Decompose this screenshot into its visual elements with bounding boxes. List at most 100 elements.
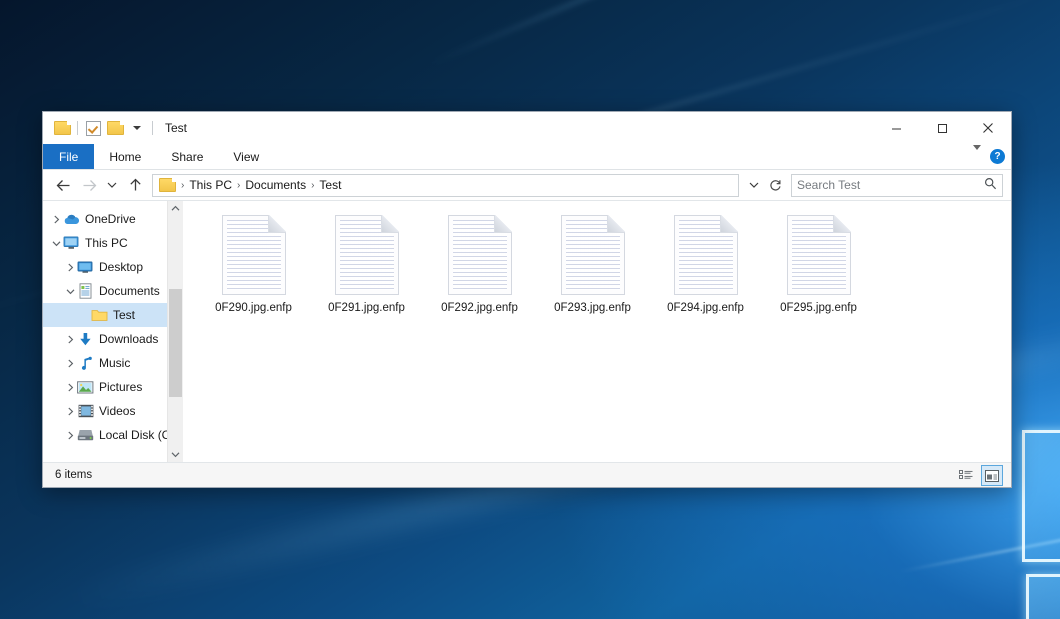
scrollbar-thumb[interactable] (169, 289, 182, 397)
refresh-icon[interactable] (765, 179, 785, 192)
generic-document-icon (787, 215, 851, 295)
file-name-label: 0F291.jpg.enfp (328, 302, 405, 314)
generic-document-icon (335, 215, 399, 295)
generic-document-icon (561, 215, 625, 295)
search-input[interactable]: Search Test (797, 178, 984, 192)
recent-locations-icon[interactable] (103, 173, 121, 197)
navigation-tree: OneDrive This PC Desktop Documents Test Downl… (43, 207, 183, 447)
help-icon[interactable]: ? (990, 149, 1005, 164)
chevron-right-icon[interactable] (63, 399, 77, 423)
search-icon[interactable] (984, 177, 997, 193)
address-breadcrumb-bar[interactable]: › This PC › Documents › Test (152, 174, 739, 197)
chevron-right-icon[interactable] (63, 255, 77, 279)
breadcrumb-separator-2[interactable]: › (309, 180, 316, 191)
scroll-up-icon[interactable] (168, 201, 183, 216)
file-item[interactable]: 0F295.jpg.enfp (762, 215, 875, 314)
navigation-scrollbar[interactable] (167, 201, 183, 462)
customize-quick-access-dropdown-icon[interactable] (126, 117, 148, 139)
breadcrumb-this-pc[interactable]: This PC (186, 178, 235, 192)
explorer-body: OneDrive This PC Desktop Documents Test Downl… (43, 200, 1011, 462)
sidebar-item-label: Music (99, 356, 130, 370)
file-item[interactable]: 0F290.jpg.enfp (197, 215, 310, 314)
sidebar-item-label: Videos (99, 404, 135, 418)
pictures-icon (77, 379, 94, 395)
breadcrumb-documents[interactable]: Documents (242, 178, 309, 192)
chevron-right-icon[interactable] (63, 327, 77, 351)
chevron-right-icon[interactable] (63, 351, 77, 375)
qat-divider-1 (77, 121, 78, 135)
new-folder-icon[interactable] (104, 117, 126, 139)
up-one-level-button[interactable] (123, 173, 147, 197)
file-name-label: 0F292.jpg.enfp (441, 302, 518, 314)
sidebar-item-label: Pictures (99, 380, 142, 394)
tab-view[interactable]: View (218, 144, 274, 169)
desktop-background: Test File Home Share View ? (0, 0, 1060, 619)
properties-checkbox-icon[interactable] (82, 117, 104, 139)
chevron-right-icon[interactable] (49, 207, 63, 231)
close-button[interactable] (965, 112, 1011, 144)
address-bar-row: › This PC › Documents › Test Search Test (43, 170, 1011, 200)
folder-icon[interactable] (51, 117, 73, 139)
file-item[interactable]: 0F291.jpg.enfp (310, 215, 423, 314)
sidebar-item-music[interactable]: Music (43, 351, 183, 375)
back-button[interactable] (51, 173, 75, 197)
sidebar-item-local-disk-c[interactable]: Local Disk (C:) (43, 423, 183, 447)
file-name-label: 0F295.jpg.enfp (780, 302, 857, 314)
details-view-button[interactable] (955, 465, 977, 486)
file-list-area[interactable]: 0F290.jpg.enfp 0F291.jpg.enfp 0F292.jpg.en… (183, 201, 1011, 462)
documents-icon (77, 283, 94, 299)
chevron-down-icon[interactable] (973, 150, 981, 164)
search-box[interactable]: Search Test (791, 174, 1003, 197)
scroll-down-icon[interactable] (168, 447, 183, 462)
item-count-label: 6 items (49, 469, 92, 481)
sidebar-item-onedrive[interactable]: OneDrive (43, 207, 183, 231)
windows-logo-panes (1010, 420, 1060, 619)
tab-share[interactable]: Share (156, 144, 218, 169)
sidebar-item-videos[interactable]: Videos (43, 399, 183, 423)
sidebar-item-label: Desktop (99, 260, 143, 274)
sidebar-item-label: Test (113, 308, 135, 322)
quick-access-toolbar (43, 117, 157, 139)
large-icons-view-button[interactable] (981, 465, 1003, 486)
wallpaper-glow-core (1026, 400, 1060, 619)
minimize-button[interactable] (873, 112, 919, 144)
ribbon-right-controls: ? (973, 144, 1005, 169)
breadcrumb-separator-1[interactable]: › (235, 180, 242, 191)
folder-icon (91, 307, 108, 323)
file-item[interactable]: 0F294.jpg.enfp (649, 215, 762, 314)
sidebar-item-downloads[interactable]: Downloads (43, 327, 183, 351)
sidebar-item-test[interactable]: Test (43, 303, 183, 327)
tab-file[interactable]: File (43, 144, 94, 169)
chevron-down-icon[interactable] (63, 279, 77, 303)
sidebar-item-label: OneDrive (85, 212, 136, 226)
sidebar-item-this-pc[interactable]: This PC (43, 231, 183, 255)
view-toggle-group (955, 465, 1003, 486)
qat-divider-2 (152, 121, 153, 135)
breadcrumb-test[interactable]: Test (316, 178, 344, 192)
file-name-label: 0F294.jpg.enfp (667, 302, 744, 314)
title-bar: Test (43, 112, 1011, 144)
forward-button[interactable] (77, 173, 101, 197)
sidebar-item-documents[interactable]: Documents (43, 279, 183, 303)
address-folder-icon (159, 178, 176, 192)
wallpaper-light-streak-top (429, 0, 1060, 66)
window-controls (873, 112, 1011, 144)
file-item[interactable]: 0F292.jpg.enfp (423, 215, 536, 314)
chevron-right-icon[interactable] (63, 423, 77, 447)
monitor-icon (63, 235, 80, 251)
breadcrumb-separator-0[interactable]: › (179, 180, 186, 191)
file-item[interactable]: 0F293.jpg.enfp (536, 215, 649, 314)
maximize-button[interactable] (919, 112, 965, 144)
sidebar-item-label: This PC (85, 236, 128, 250)
sidebar-item-desktop[interactable]: Desktop (43, 255, 183, 279)
tab-home[interactable]: Home (94, 144, 156, 169)
chevron-down-icon[interactable] (49, 231, 63, 255)
navigation-pane: OneDrive This PC Desktop Documents Test Downl… (43, 201, 183, 462)
address-dropdown-icon[interactable] (745, 181, 763, 189)
wallpaper-ray-diagonal (900, 488, 1060, 573)
sidebar-item-pictures[interactable]: Pictures (43, 375, 183, 399)
document-folded-corner (268, 215, 286, 233)
document-folded-corner (494, 215, 512, 233)
generic-document-icon (674, 215, 738, 295)
chevron-right-icon[interactable] (63, 375, 77, 399)
